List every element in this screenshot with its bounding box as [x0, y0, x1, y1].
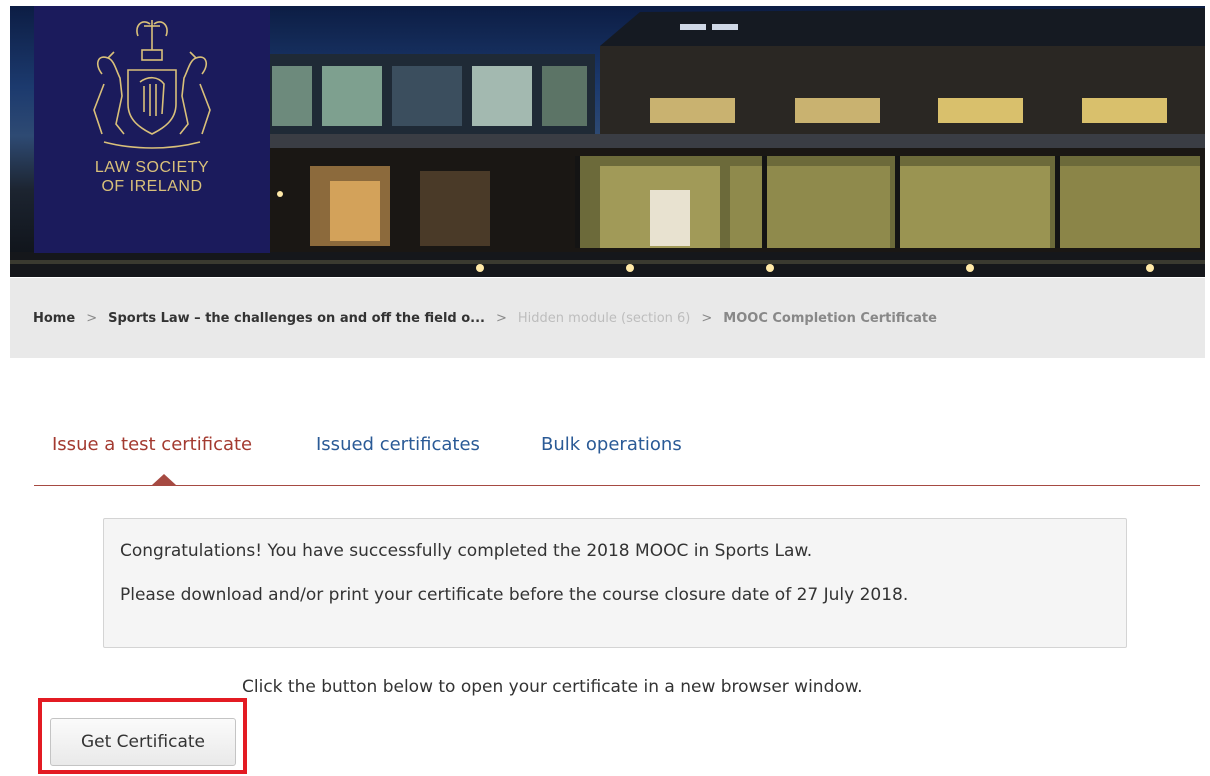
- notice-congratulations-text: Congratulations! You have successfully c…: [120, 541, 813, 561]
- breadcrumb-course-link[interactable]: Sports Law – the challenges on and off t…: [108, 311, 485, 326]
- breadcrumb-section-link[interactable]: Hidden module (section 6): [518, 311, 690, 326]
- breadcrumb-home-link[interactable]: Home: [33, 311, 75, 326]
- instruction-text: Click the button below to open your cert…: [242, 677, 863, 697]
- logo-line-2: OF IRELAND: [101, 178, 203, 195]
- tab-bulk-operations[interactable]: Bulk operations: [541, 434, 682, 455]
- completion-notice: Congratulations! You have successfully c…: [103, 518, 1127, 648]
- law-society-logo: LAW SOCIETY OF IRELAND: [34, 6, 270, 253]
- tabs-underline: [34, 485, 1200, 486]
- breadcrumb-separator: >: [701, 310, 713, 326]
- breadcrumb-separator: >: [495, 310, 507, 326]
- logo-line-1: LAW SOCIETY: [94, 159, 210, 176]
- tab-issued-certificates[interactable]: Issued certificates: [316, 434, 480, 455]
- certificate-tabs: Issue a test certificate Issued certific…: [34, 432, 1200, 488]
- active-tab-indicator: [152, 474, 176, 485]
- header-banner: LAW SOCIETY OF IRELAND: [10, 6, 1205, 277]
- notice-deadline-text: Please download and/or print your certif…: [120, 585, 909, 605]
- breadcrumb-separator: >: [86, 310, 98, 326]
- tab-issue-test-certificate[interactable]: Issue a test certificate: [52, 434, 252, 455]
- breadcrumb: Home > Sports Law – the challenges on an…: [10, 278, 1205, 358]
- page: LAW SOCIETY OF IRELAND Home > Sports Law…: [0, 0, 1210, 776]
- crest-icon: [93, 20, 211, 149]
- get-certificate-button[interactable]: Get Certificate: [50, 718, 236, 766]
- breadcrumb-current-page[interactable]: MOOC Completion Certificate: [723, 311, 937, 326]
